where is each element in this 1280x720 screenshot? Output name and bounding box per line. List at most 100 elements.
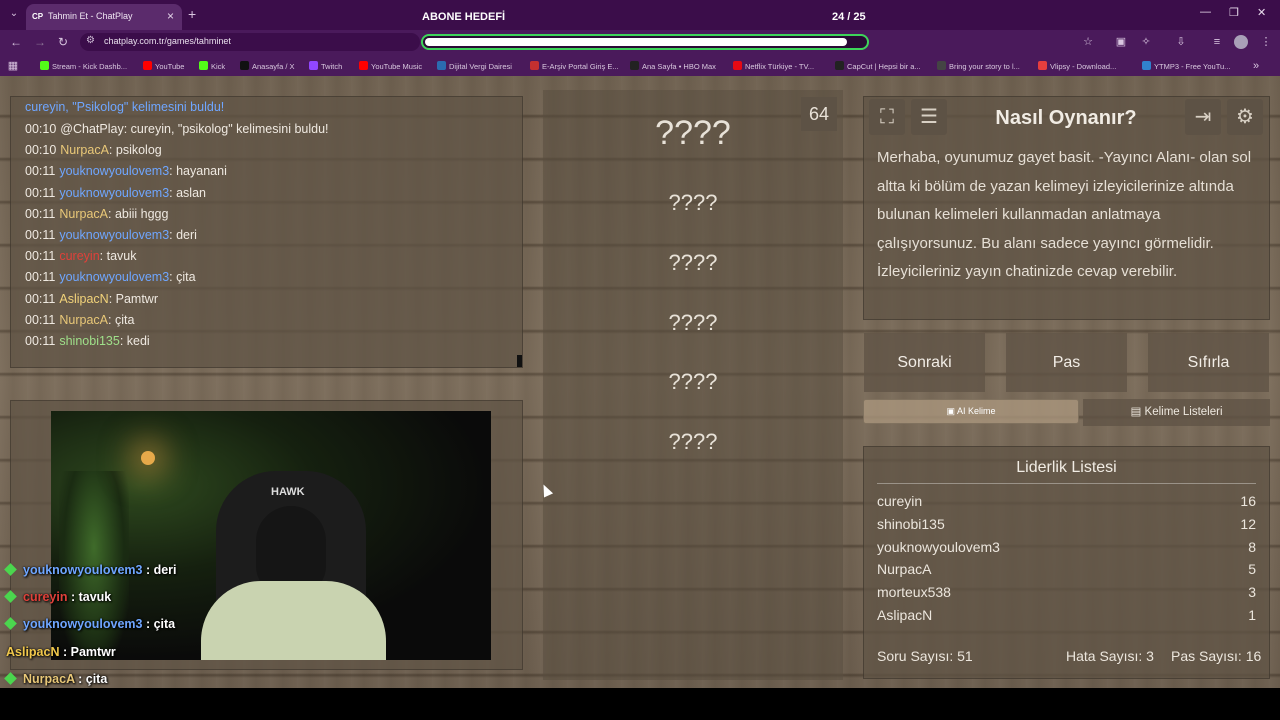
word-lists-button[interactable]: ▤ Kelime Listeleri <box>1083 399 1270 426</box>
chat-scrollbar[interactable] <box>517 355 522 367</box>
bookmark-item[interactable]: YTMP3 - Free YouTu... <box>1142 61 1230 73</box>
chat-username: AslipacN <box>59 291 109 306</box>
site-info-icon[interactable]: ⚙ <box>86 35 95 46</box>
overlay-text: : tavuk <box>67 590 112 605</box>
chat-message: 00:11 cureyin: tavuk <box>25 249 136 263</box>
bookmark-item[interactable]: Stream - Kick Dashb... <box>40 61 127 73</box>
chat-time: 00:11 <box>25 270 56 285</box>
bookmark-favicon-icon <box>733 61 742 70</box>
forbidden-hidden-word: ???? <box>668 190 718 215</box>
leaderboard-player-name: cureyin <box>877 493 923 509</box>
bookmark-item[interactable]: Vlipsy - Download... <box>1038 61 1116 73</box>
leaderboard-player-score: 8 <box>1248 538 1256 555</box>
next-button[interactable]: Sonraki <box>864 333 985 392</box>
bookmark-favicon-icon <box>630 61 639 70</box>
diamond-badge-icon <box>4 563 17 576</box>
exit-icon[interactable]: ⇥ <box>1185 99 1221 135</box>
chat-text: : hayanani <box>169 164 227 179</box>
chat-text: : Pamtwr <box>108 291 158 306</box>
chat-text: : psikolog <box>108 143 162 158</box>
chat-username: NurpacA <box>59 312 108 327</box>
downloads-icon[interactable]: ⇩ <box>1174 35 1188 49</box>
word-lists-label: Kelime Listeleri <box>1144 406 1223 418</box>
bookmark-label: Netflix Türkiye - TV... <box>745 62 815 71</box>
diamond-badge-icon <box>4 671 17 685</box>
tab-close-icon[interactable]: × <box>167 9 174 23</box>
browser-menu-icon[interactable]: ⋮ <box>1259 35 1273 49</box>
bottom-black-bar <box>0 688 1280 720</box>
bookmark-item[interactable]: Twitch <box>309 61 342 73</box>
pass-count: Pas Sayısı: 16 <box>1171 648 1262 664</box>
bookmark-favicon-icon <box>937 61 946 70</box>
browser-tab[interactable]: CP Tahmin Et - ChatPlay × <box>26 4 182 30</box>
bookmark-item[interactable]: Netflix Türkiye - TV... <box>733 61 814 73</box>
chat-time: 00:11 <box>25 164 56 179</box>
bookmark-star-icon[interactable]: ☆ <box>1081 35 1095 49</box>
overlay-text: : çita <box>142 617 176 632</box>
window-close-icon[interactable]: ✕ <box>1257 6 1266 19</box>
tab-title: Tahmin Et - ChatPlay <box>48 11 133 21</box>
fullscreen-icon[interactable]: ⛶ <box>869 99 905 135</box>
settings-gear-icon[interactable]: ⚙ <box>1227 99 1263 135</box>
bookmark-favicon-icon <box>1142 61 1151 70</box>
webcam-streamer-body <box>201 581 386 660</box>
chat-text: : kedi <box>119 334 150 348</box>
bookmark-item[interactable]: CapCut | Hepsi bir a... <box>835 61 921 73</box>
leaderboard-player-name: AslipacN <box>877 607 933 623</box>
back-arrow-icon[interactable]: ← <box>10 35 22 49</box>
chat-text: : cureyin, "psikolog" kelimesini buldu! <box>123 122 329 136</box>
bookmark-label: E-Arşiv Portal Giriş E... <box>542 62 619 71</box>
chat-username: NurpacA <box>60 143 109 158</box>
bookmark-item[interactable]: Kick <box>199 61 225 73</box>
chat-time: 00:10 <box>25 143 57 158</box>
error-count: Hata Sayısı: 3 <box>1066 648 1154 664</box>
overlay-text: : çita <box>74 671 108 686</box>
chat-message: 00:11 AslipacN: Pamtwr <box>25 292 158 306</box>
bookmark-label: Dijital Vergi Dairesi <box>449 62 512 71</box>
chat-time: 00:11 <box>25 185 56 200</box>
new-tab-plus-icon[interactable]: + <box>188 6 196 22</box>
forbidden-hidden-word: ???? <box>668 250 718 275</box>
chat-username: youknowyoulovem3 <box>59 270 170 285</box>
puzzle-extensions-icon[interactable]: ✧ <box>1139 35 1153 49</box>
pass-button[interactable]: Pas <box>1006 333 1127 392</box>
forbidden-hidden-word: ???? <box>668 310 718 335</box>
leaderboard-player-score: 1 <box>1248 607 1256 623</box>
chat-message: 00:11 NurpacA: abiii hggg <box>25 207 168 221</box>
bookmark-item[interactable]: Ana Sayfa • HBO Max <box>630 61 716 73</box>
apps-grid-icon[interactable]: ▦ <box>6 59 20 73</box>
tab-list-chevron-icon[interactable]: ⌄ <box>6 6 22 22</box>
forward-arrow-icon[interactable]: → <box>34 35 46 49</box>
reload-icon[interactable]: ↻ <box>58 35 68 49</box>
ai-word-button[interactable]: ▣ AI Kelime <box>863 399 1079 424</box>
bookmark-item[interactable]: YouTube Music <box>359 61 422 73</box>
bookmark-item[interactable]: Dijital Vergi Dairesi <box>437 61 512 73</box>
chat-text: : tavuk <box>99 249 137 264</box>
bookmark-item[interactable]: YouTube <box>143 61 184 73</box>
url-bar[interactable]: ⚙ chatplay.com.tr/games/tahminet <box>80 33 420 51</box>
chat-time: 00:11 <box>25 228 56 242</box>
subscriber-goal-count: 24 / 25 <box>832 11 866 23</box>
restore-icon[interactable]: ❐ <box>1229 6 1239 19</box>
notes-icon[interactable]: ☰ <box>911 99 947 135</box>
chat-username: NurpacA <box>59 206 108 221</box>
bookmark-label: YouTube Music <box>371 62 423 71</box>
chat-message: 00:11 youknowyoulovem3: deri <box>25 228 197 242</box>
url-text: chatplay.com.tr/games/tahminet <box>104 36 231 46</box>
bookmark-label: Bring your story to l... <box>949 62 1020 71</box>
chat-time: 00:10 <box>25 122 57 136</box>
extension-icon[interactable]: ▣ <box>1114 35 1128 49</box>
subscriber-goal-progress-fill <box>425 38 847 46</box>
minimize-icon[interactable]: — <box>1200 6 1211 18</box>
overlay-username: NurpacA <box>23 671 75 686</box>
overlay-username: AslipacN <box>6 644 60 659</box>
media-controls-icon[interactable]: ≡ <box>1210 35 1224 49</box>
bookmark-item[interactable]: Bring your story to l... <box>937 61 1020 73</box>
more-bookmarks-chevron-icon[interactable]: » <box>1249 59 1263 73</box>
forbidden-hidden-word: ???? <box>668 429 718 454</box>
bookmark-label: Vlipsy - Download... <box>1050 62 1117 71</box>
bookmark-item[interactable]: Anasayfa / X <box>240 61 295 73</box>
profile-avatar-icon[interactable] <box>1234 35 1248 49</box>
bookmark-item[interactable]: E-Arşiv Portal Giriş E... <box>530 61 619 73</box>
reset-button[interactable]: Sıfırla <box>1148 333 1269 392</box>
